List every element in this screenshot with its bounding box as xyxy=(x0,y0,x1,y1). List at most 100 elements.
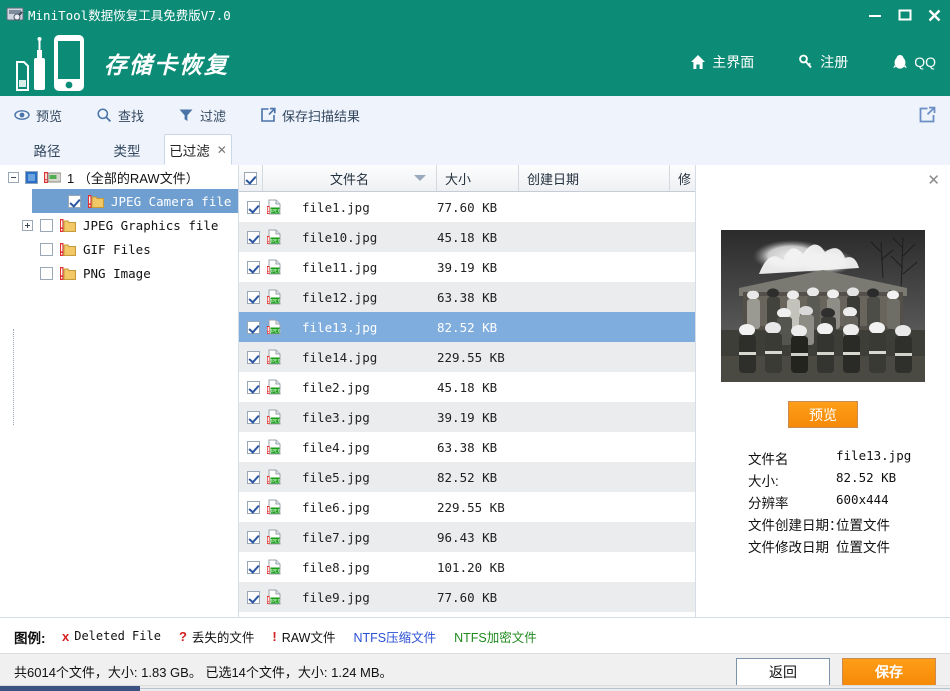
table-row[interactable]: JPEG file1.jpg 77.60 KB xyxy=(239,192,695,222)
row-checkbox[interactable] xyxy=(247,440,260,454)
tree-connector xyxy=(13,329,14,425)
nav-item-qq[interactable]: QQ xyxy=(892,54,936,70)
maximize-button[interactable] xyxy=(890,0,920,28)
table-row[interactable]: JPEG file3.jpg 39.19 KB xyxy=(239,402,695,432)
folder-warning-icon xyxy=(60,218,76,232)
tree-root-label: 1 （全部的RAW文件） xyxy=(67,170,199,186)
minimize-button[interactable] xyxy=(860,0,890,28)
bottom-scrollbar-thumb[interactable] xyxy=(0,686,140,691)
legend-mark-icon: ! xyxy=(272,628,277,644)
nav-item-home[interactable]: 主界面 xyxy=(690,52,754,72)
table-row[interactable]: JPEG file10.jpg 45.18 KB xyxy=(239,222,695,252)
tree-item-gif-files-label: GIF Files xyxy=(83,241,151,257)
table-row[interactable]: JPEG file2.jpg 45.18 KB xyxy=(239,372,695,402)
table-row[interactable]: JPEG file12.jpg 63.38 KB xyxy=(239,282,695,312)
save-button-label: 保存 xyxy=(875,664,903,680)
bottom-scrollbar[interactable] xyxy=(0,685,950,691)
tree-item-gif-files[interactable]: GIF Files xyxy=(0,237,238,261)
tree-item-gif-files-checkbox[interactable] xyxy=(40,242,53,256)
header-select-all-checkbox[interactable] xyxy=(244,171,257,185)
header-column-modified[interactable]: 修 xyxy=(670,165,695,191)
jpeg-file-icon: JPEG xyxy=(266,469,282,485)
nav-item-register[interactable]: 注册 xyxy=(798,52,848,72)
preview-meta-key: 大小: xyxy=(748,474,779,489)
save-button[interactable]: 保存 xyxy=(842,658,936,686)
tree-root-checkbox[interactable] xyxy=(25,170,38,184)
row-checkbox[interactable] xyxy=(247,470,260,484)
table-row[interactable]: JPEG file7.jpg 96.43 KB xyxy=(239,522,695,552)
row-checkbox[interactable] xyxy=(247,260,260,274)
tab-path[interactable]: 路径 xyxy=(14,134,80,165)
tab-filtered-close-icon[interactable]: ✕ xyxy=(217,144,227,156)
search-icon xyxy=(97,108,112,123)
row-checkbox[interactable] xyxy=(247,530,260,544)
tree-item-jpeg-graphics-file[interactable]: JPEG Graphics file xyxy=(0,213,238,237)
row-checkbox[interactable] xyxy=(247,350,260,364)
svg-text:JPEG: JPEG xyxy=(269,598,280,604)
row-checkbox[interactable] xyxy=(247,320,260,334)
status-text: 共6014个文件，大小: 1.83 GB。 已选14个文件，大小: 1.24 M… xyxy=(14,665,393,680)
tree-item-png-image-checkbox[interactable] xyxy=(40,266,53,280)
row-checkbox[interactable] xyxy=(247,500,260,514)
table-row[interactable]: JPEG file6.jpg 229.55 KB xyxy=(239,492,695,522)
toolbar-filter-button[interactable]: 过滤 xyxy=(172,103,232,128)
file-list-body: JPEG file1.jpg 77.60 KB JPEG file10.jpg 45.18… xyxy=(239,192,695,612)
header-column-created[interactable]: 创建日期 xyxy=(519,165,670,191)
preview-meta-value: 82.52 KB xyxy=(836,470,897,485)
svg-text:JPEG: JPEG xyxy=(269,298,280,304)
table-row[interactable]: JPEG file5.jpg 82.52 KB xyxy=(239,462,695,492)
back-button[interactable]: 返回 xyxy=(736,658,830,686)
tree-item-png-image[interactable]: PNG Image xyxy=(0,261,238,285)
tab-type[interactable]: 类型 xyxy=(94,134,160,165)
share-export-icon[interactable] xyxy=(918,106,936,124)
bottom-scrollbar-track[interactable] xyxy=(140,688,950,689)
header-select-all[interactable] xyxy=(239,165,263,191)
table-row[interactable]: JPEG file13.jpg 82.52 KB xyxy=(239,312,695,342)
toolbar-save-scan-label: 保存扫描结果 xyxy=(282,108,361,124)
tree-root-item[interactable]: 1 （全部的RAW文件） xyxy=(0,165,238,189)
file-size-cell: 101.20 KB xyxy=(437,559,505,575)
row-checkbox[interactable] xyxy=(247,590,260,604)
table-row[interactable]: JPEG file11.jpg 39.19 KB xyxy=(239,252,695,282)
file-size-cell: 82.52 KB xyxy=(437,469,498,485)
header-column-name[interactable]: 文件名 xyxy=(263,165,437,191)
jpeg-file-icon: JPEG xyxy=(266,319,282,335)
legend-label: Deleted File xyxy=(74,629,161,643)
close-button[interactable] xyxy=(920,0,950,28)
file-name-cell: file11.jpg xyxy=(302,259,378,275)
toolbar-search-button[interactable]: 查找 xyxy=(90,103,150,128)
tree-item-jpeg-camera-file-checkbox[interactable] xyxy=(68,194,81,208)
row-checkbox[interactable] xyxy=(247,380,260,394)
tree-root-expander-icon[interactable] xyxy=(8,171,19,183)
row-checkbox[interactable] xyxy=(247,200,260,214)
file-size-cell: 63.38 KB xyxy=(437,289,498,305)
header-column-size[interactable]: 大小 xyxy=(437,165,519,191)
row-checkbox[interactable] xyxy=(247,410,260,424)
table-row[interactable]: JPEG file9.jpg 77.60 KB xyxy=(239,582,695,612)
file-size-cell: 77.60 KB xyxy=(437,589,498,605)
header-column-size-label: 大小 xyxy=(445,171,472,187)
table-row[interactable]: JPEG file4.jpg 63.38 KB xyxy=(239,432,695,462)
tree-item-jpeg-graphics-file-expander-icon[interactable] xyxy=(22,219,33,231)
row-checkbox[interactable] xyxy=(247,560,260,574)
preview-button[interactable]: 预览 xyxy=(788,401,858,428)
preview-close-icon[interactable]: ✕ xyxy=(927,173,940,188)
preview-meta-row: 文件修改日期 位置文件 xyxy=(748,536,948,558)
toolbar-save-scan-button[interactable]: 保存扫描结果 xyxy=(254,103,366,128)
table-row[interactable]: JPEG file14.jpg 229.55 KB xyxy=(239,342,695,372)
file-size-cell: 229.55 KB xyxy=(437,499,505,515)
row-checkbox[interactable] xyxy=(247,290,260,304)
row-checkbox[interactable] xyxy=(247,230,260,244)
table-row[interactable]: JPEG file8.jpg 101.20 KB xyxy=(239,552,695,582)
tree-item-jpeg-graphics-file-checkbox[interactable] xyxy=(40,218,53,232)
legend-items: x Deleted File? 丢失的文件! RAW文件 NTFS压缩文件 NTFS加密文… xyxy=(62,618,537,654)
preview-meta-key: 文件创建日期： xyxy=(748,518,843,533)
file-name-cell: file5.jpg xyxy=(302,469,370,485)
tab-path-label: 路径 xyxy=(33,143,61,159)
tree-item-jpeg-camera-file[interactable]: JPEG Camera file xyxy=(32,189,238,213)
tab-filtered[interactable]: 已过滤 ✕ xyxy=(164,134,232,165)
jpeg-file-icon: JPEG xyxy=(266,229,282,245)
toolbar-preview-button[interactable]: 预览 xyxy=(8,103,68,128)
header-column-modified-label: 修 xyxy=(678,171,692,187)
file-name-cell: file6.jpg xyxy=(302,499,370,515)
